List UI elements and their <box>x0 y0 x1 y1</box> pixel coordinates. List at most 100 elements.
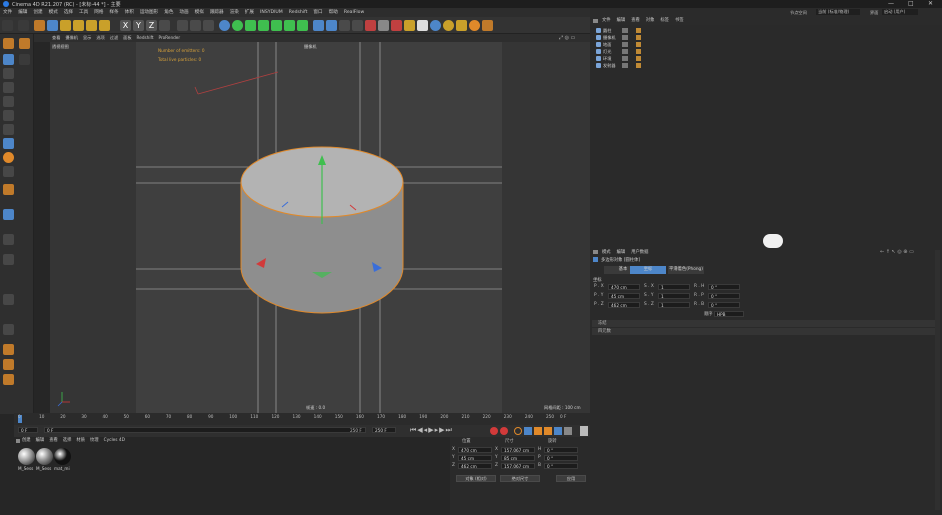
render-view-icon[interactable] <box>177 20 188 31</box>
viewport-menu-item-2[interactable]: 显示 <box>83 34 91 42</box>
om-menu-item-4[interactable]: 标签 <box>660 17 669 25</box>
material-swatch[interactable] <box>18 448 35 465</box>
material-menu-icon[interactable] <box>16 439 20 443</box>
visibility-flag-icon[interactable] <box>622 56 628 61</box>
spline-pen-icon[interactable] <box>232 20 243 31</box>
timeline-ruler[interactable]: 0 10 20 30 40 50 60 70 80 90 100 110 120 130 140 150 160… <box>14 413 590 425</box>
key-scale-icon[interactable] <box>534 427 542 435</box>
attr-nav-icons[interactable]: ← ↑ ↖ ◎ ⊕ ▭ <box>880 249 914 255</box>
coord-panel-field[interactable]: 0 ° <box>544 463 578 469</box>
cube-primitive-icon[interactable] <box>219 20 230 31</box>
key-param-icon[interactable] <box>554 427 562 435</box>
visibility-flag-icon[interactable] <box>622 35 628 40</box>
minimize-button[interactable]: — <box>888 0 894 7</box>
auto-key-icon[interactable] <box>500 427 508 435</box>
timeline-menu-icon[interactable] <box>580 426 588 436</box>
object-row[interactable]: 地面 <box>592 41 937 48</box>
viewport-menu-item-5[interactable]: 面板 <box>123 34 131 42</box>
object-row[interactable]: 环境 <box>592 55 937 62</box>
boolean-icon[interactable] <box>271 20 282 31</box>
material-menu-item-5[interactable]: 纹理 <box>90 437 99 445</box>
close-button[interactable]: ✕ <box>928 0 933 7</box>
attr-menu-icon[interactable] <box>593 250 598 254</box>
object-tag-icon[interactable] <box>636 28 641 33</box>
material-menu-item-6[interactable]: Cycles 4D <box>104 437 125 445</box>
lock-workplane-icon[interactable] <box>3 254 14 265</box>
tab-phong[interactable]: 平滑着色(Phong) <box>668 266 704 274</box>
maximize-button[interactable]: □ <box>908 0 914 7</box>
coord-panel-field[interactable]: 0 ° <box>544 455 578 461</box>
node-space-dropdown[interactable]: 当前 (标准/物理) <box>816 9 860 15</box>
floor-icon[interactable] <box>313 20 324 31</box>
y-axis-lock-icon[interactable]: Y <box>133 20 144 31</box>
viewport-menu-item-1[interactable]: 摄像机 <box>65 34 78 42</box>
key-pla-icon[interactable] <box>564 427 572 435</box>
xparticles-icon[interactable] <box>430 20 441 31</box>
menu-item-16[interactable]: INSYDIUM <box>260 8 283 17</box>
secondary-tool-1-icon[interactable] <box>19 38 30 49</box>
add-tool-icon[interactable] <box>99 20 110 31</box>
xp-emitter-icon[interactable] <box>443 20 454 31</box>
visibility-flag-icon[interactable] <box>622 42 628 47</box>
end-frame-field[interactable]: 250 F <box>350 428 362 433</box>
record-icon[interactable] <box>490 427 498 435</box>
coord-value-field[interactable]: 1 <box>658 284 690 290</box>
order-dropdown[interactable]: HPB <box>714 311 744 317</box>
attr-menu-item-1[interactable]: 编辑 <box>617 249 626 257</box>
object-row[interactable]: 摄像机 <box>592 34 937 41</box>
coord-value-field[interactable]: 1 <box>658 302 690 308</box>
apply-button[interactable]: 应用 <box>556 475 586 482</box>
guide-icon[interactable] <box>3 294 14 305</box>
object-tag-icon[interactable] <box>636 49 641 54</box>
om-menu-item-0[interactable]: 文件 <box>602 17 611 25</box>
polygon-mode-icon[interactable] <box>3 124 14 135</box>
viewport-menu-item-3[interactable]: 选项 <box>96 34 104 42</box>
coord-mode-dropdown[interactable]: 对象 (相对) <box>456 475 496 482</box>
recent-tools-icon[interactable] <box>86 20 97 31</box>
om-menu-item-5[interactable]: 书签 <box>675 17 684 25</box>
coord-panel-field[interactable]: 470 cm <box>458 447 492 453</box>
menu-item-9[interactable]: 运动图形 <box>140 8 158 17</box>
coord-panel-field[interactable]: 0 ° <box>544 447 578 453</box>
grid-icon[interactable] <box>352 20 363 31</box>
redo-icon[interactable] <box>18 20 29 31</box>
coord-value-field[interactable]: 0 ° <box>708 302 740 308</box>
menu-item-2[interactable]: 创建 <box>33 8 42 17</box>
move-tool-icon[interactable] <box>47 20 58 31</box>
size-mode-dropdown[interactable]: 绝对尺寸 <box>500 475 540 482</box>
coord-panel-field[interactable]: 462 cm <box>458 463 492 469</box>
visibility-flag-icon[interactable] <box>622 63 628 68</box>
object-tag-icon[interactable] <box>636 42 641 47</box>
measure-icon[interactable] <box>3 324 14 335</box>
coord-panel-field[interactable]: 157.067 cm <box>501 463 535 469</box>
coord-value-field[interactable]: 0 ° <box>708 293 740 299</box>
edge-mode-icon[interactable] <box>3 110 14 121</box>
menu-item-10[interactable]: 角色 <box>164 8 173 17</box>
scale-tool-icon[interactable] <box>60 20 71 31</box>
solo-mode-icon[interactable] <box>3 166 14 177</box>
cloner-icon[interactable] <box>284 20 295 31</box>
workplane-icon[interactable] <box>3 82 14 93</box>
end-frame-field-2[interactable]: 250 F <box>372 427 396 433</box>
viewport-menu-item-4[interactable]: 过滤 <box>110 34 118 42</box>
visibility-flag-icon[interactable] <box>622 49 628 54</box>
menu-item-7[interactable]: 样条 <box>109 8 118 17</box>
coord-value-field[interactable]: 462 cm <box>608 302 640 308</box>
model-mode-icon[interactable] <box>3 54 14 65</box>
workspace-icon[interactable] <box>3 234 14 245</box>
secondary-tool-2-icon[interactable] <box>19 54 30 65</box>
menu-item-5[interactable]: 工具 <box>79 8 88 17</box>
material-swatch[interactable] <box>36 448 53 465</box>
object-row[interactable]: 灯光 <box>592 48 937 55</box>
coord-panel-field[interactable]: 157.067 cm <box>501 447 535 453</box>
rotate-tool-icon[interactable] <box>73 20 84 31</box>
key-rotation-icon[interactable] <box>544 427 552 435</box>
menu-item-3[interactable]: 模式 <box>49 8 58 17</box>
coord-panel-field[interactable]: 45 cm <box>458 455 492 461</box>
visibility-flag-icon[interactable] <box>622 28 628 33</box>
menu-item-12[interactable]: 模拟 <box>195 8 204 17</box>
redshift-ipr-icon[interactable] <box>378 20 389 31</box>
subdivision-icon[interactable] <box>245 20 256 31</box>
array-icon[interactable] <box>258 20 269 31</box>
texture-mode-icon[interactable] <box>3 68 14 79</box>
